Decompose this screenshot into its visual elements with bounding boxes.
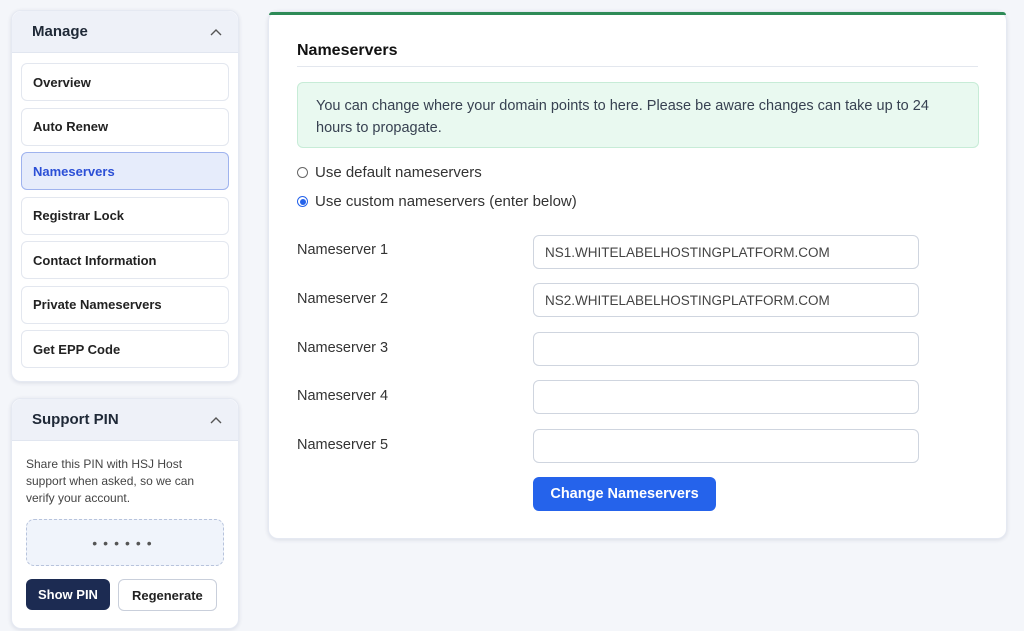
support-pin-actions: Show PIN Regenerate (26, 579, 224, 611)
radio-default-label: Use default nameservers (315, 164, 482, 181)
nameserver-5-label: Nameserver 5 (297, 437, 389, 453)
radio-default-nameservers[interactable]: Use default nameservers (297, 164, 482, 181)
divider (297, 66, 978, 67)
nameserver-3-field[interactable] (533, 332, 919, 366)
nameserver-3-label: Nameserver 3 (297, 340, 389, 356)
support-pin-body: Share this PIN with HSJ Host support whe… (12, 441, 238, 611)
sidebar-item-registrar-lock[interactable]: Registrar Lock (21, 196, 229, 235)
show-pin-button[interactable]: Show PIN (26, 579, 110, 610)
radio-default[interactable] (297, 167, 308, 178)
nameservers-panel: Nameservers You can change where your do… (268, 11, 1007, 539)
nameserver-4-field[interactable] (533, 380, 919, 414)
support-pin-panel: Support PIN Share this PIN with HSJ Host… (11, 398, 239, 629)
nameserver-1-field[interactable] (533, 235, 919, 269)
manage-nav: Overview Auto Renew Nameservers Registra… (12, 53, 238, 368)
change-nameservers-button[interactable]: Change Nameservers (533, 477, 716, 511)
regenerate-pin-button[interactable]: Regenerate (117, 579, 217, 611)
info-alert: You can change where your domain points … (297, 82, 979, 148)
chevron-up-icon[interactable] (209, 413, 223, 427)
page-title: Nameservers (297, 42, 398, 59)
nameserver-5-field[interactable] (533, 429, 919, 463)
sidebar-item-private-nameservers[interactable]: Private Nameservers (21, 285, 229, 324)
support-pin-header[interactable]: Support PIN (12, 399, 238, 441)
sidebar-item-contact-information[interactable]: Contact Information (21, 241, 229, 279)
nameserver-2-label: Nameserver 2 (297, 291, 389, 307)
nameserver-2-field[interactable] (533, 283, 919, 317)
sidebar-item-overview[interactable]: Overview (21, 63, 229, 101)
manage-panel-header[interactable]: Manage (12, 11, 238, 53)
masked-pin-display: •••••• (26, 519, 224, 566)
radio-custom[interactable] (297, 196, 308, 207)
chevron-up-icon[interactable] (209, 25, 223, 39)
radio-custom-nameservers[interactable]: Use custom nameservers (enter below) (297, 193, 577, 210)
panel-accent-bar (269, 12, 1006, 15)
manage-panel: Manage Overview Auto Renew Nameservers R… (11, 10, 239, 382)
support-pin-description: Share this PIN with HSJ Host support whe… (26, 457, 195, 505)
support-pin-title: Support PIN (32, 411, 119, 428)
radio-custom-label: Use custom nameservers (enter below) (315, 193, 577, 210)
manage-panel-title: Manage (32, 23, 88, 40)
nameserver-1-label: Nameserver 1 (297, 242, 389, 258)
sidebar-item-nameservers[interactable]: Nameservers (21, 152, 229, 190)
sidebar-item-auto-renew[interactable]: Auto Renew (21, 107, 229, 146)
sidebar-item-get-epp-code[interactable]: Get EPP Code (21, 330, 229, 368)
nameserver-4-label: Nameserver 4 (297, 388, 389, 404)
